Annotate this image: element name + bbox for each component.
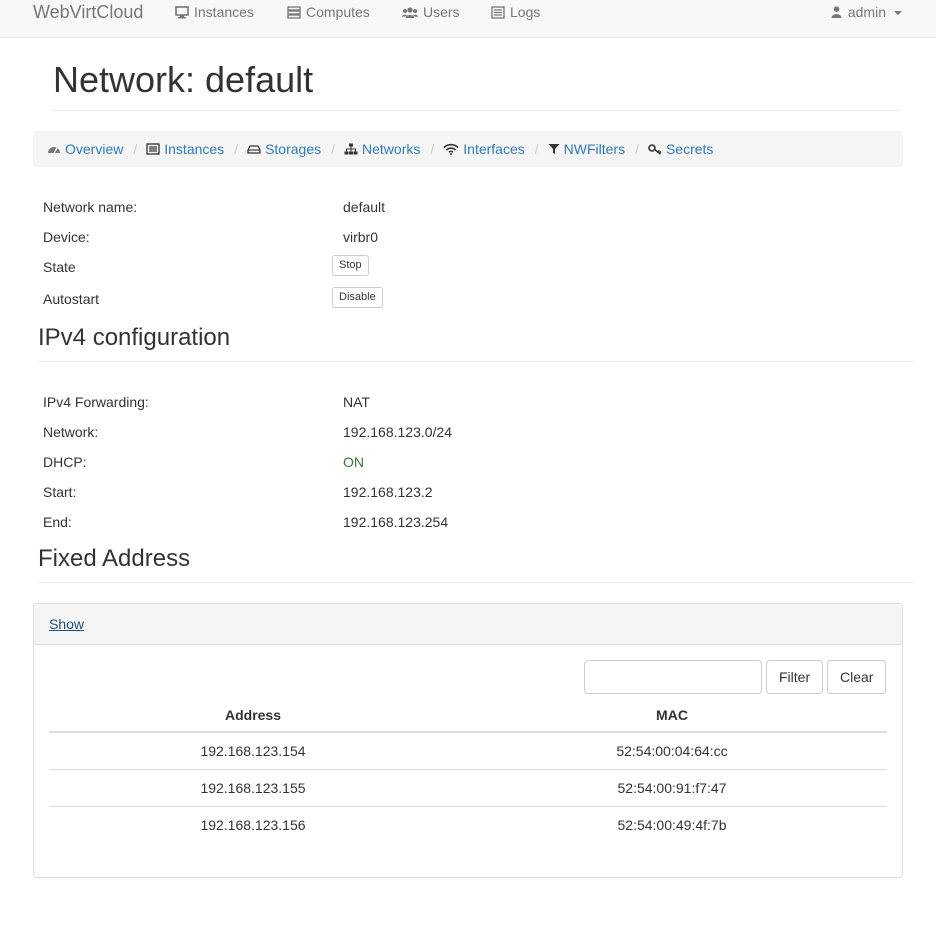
users-icon <box>402 6 418 18</box>
disable-autostart-button[interactable]: Disable <box>332 287 383 308</box>
filter-input[interactable] <box>584 660 762 694</box>
user-icon <box>831 6 842 18</box>
wifi-icon <box>443 143 459 155</box>
filter-icon <box>548 144 560 154</box>
address-cell: 192.168.123.156 <box>200 816 306 833</box>
sitemap-icon <box>344 143 358 155</box>
dhcp-label: DHCP: <box>43 454 87 470</box>
fixed-address-table: Address MAC 192.168.123.154 52:54:00:04:… <box>49 698 887 843</box>
nav-computes-label: Computes <box>306 4 370 20</box>
address-cell: 192.168.123.154 <box>49 732 457 770</box>
breadcrumb-overview-label: Overview <box>65 141 124 157</box>
dhcp-status-value: ON <box>343 454 364 470</box>
nav-users-label: Users <box>423 4 460 20</box>
ipv4-forwarding-value: NAT <box>343 394 370 410</box>
breadcrumb-separator: / <box>133 141 138 157</box>
device-value: virbr0 <box>343 229 379 245</box>
breadcrumb-separator: / <box>635 141 639 157</box>
list-icon <box>491 5 505 19</box>
hdd-icon <box>247 145 261 154</box>
table-row: 192.168.123.154 52:54:00:04:64:cc <box>49 732 887 770</box>
breadcrumb-nwfilters[interactable]: NWFilters <box>548 141 625 157</box>
clear-button[interactable]: Clear <box>827 660 887 694</box>
state-label: State <box>43 259 76 275</box>
nav-instances-label: Instances <box>194 4 254 20</box>
breadcrumb-storages[interactable]: Storages <box>247 141 321 157</box>
ipv4-section-title: IPv4 configuration <box>38 324 231 351</box>
ipv4-network-value: 192.168.123.0/24 <box>343 424 452 440</box>
table-header-row: Address MAC <box>49 698 887 733</box>
breadcrumb-separator: / <box>331 141 336 157</box>
page-title: Network: default <box>53 59 314 100</box>
chevron-down-icon <box>894 11 902 15</box>
breadcrumb-networks[interactable]: Networks <box>344 141 420 157</box>
dhcp-start-value: 192.168.123.2 <box>343 484 433 500</box>
breadcrumb-instances[interactable]: Instances <box>146 141 224 157</box>
nav-users[interactable]: Users <box>402 4 460 20</box>
user-menu[interactable]: admin <box>831 4 902 20</box>
column-header-address: Address <box>49 698 457 733</box>
fixed-address-title: Fixed Address <box>38 545 191 572</box>
breadcrumb-nwfilters-label: NWFilters <box>563 141 626 157</box>
fixed-address-divider <box>38 582 913 583</box>
breadcrumb-interfaces-label: Interfaces <box>463 141 525 157</box>
nav-instances[interactable]: Instances <box>175 4 254 20</box>
fixed-address-panel: Show Filter Clear Address MAC 192.168.12… <box>33 603 903 878</box>
brand-link[interactable]: WebVirtCloud <box>33 2 143 23</box>
breadcrumb-overview[interactable]: Overview <box>47 141 123 157</box>
breadcrumb-interfaces[interactable]: Interfaces <box>443 141 525 157</box>
mac-cell: 52:54:00:49:4f:7b <box>617 816 727 833</box>
nav-logs[interactable]: Logs <box>491 4 540 20</box>
dhcp-end-label: End: <box>43 514 72 530</box>
title-divider <box>53 110 899 111</box>
nav-computes[interactable]: Computes <box>287 4 370 20</box>
desktop-icon <box>175 5 189 18</box>
stop-button[interactable]: Stop <box>332 255 369 276</box>
network-name-value: default <box>343 199 386 215</box>
dhcp-end-value: 192.168.123.254 <box>343 514 449 530</box>
dashboard-icon <box>48 147 60 154</box>
ipv4-section-divider <box>38 361 913 362</box>
ipv4-network-label: Network: <box>43 424 99 440</box>
table-row: 192.168.123.156 52:54:00:49:4f:7b <box>49 806 887 843</box>
autostart-label: Autostart <box>43 291 100 307</box>
breadcrumb-secrets-label: Secrets <box>665 141 714 157</box>
dhcp-start-label: Start: <box>43 484 77 500</box>
show-toggle-link[interactable]: Show <box>49 616 84 632</box>
nav-logs-label: Logs <box>510 4 541 20</box>
user-menu-label: admin <box>847 4 886 20</box>
breadcrumb-instances-label: Instances <box>164 141 225 157</box>
filter-button[interactable]: Filter <box>766 660 824 694</box>
panel-heading: Show <box>34 604 902 645</box>
breadcrumb-secrets[interactable]: Secrets <box>648 141 713 157</box>
breadcrumb-separator: / <box>430 141 435 157</box>
navbar: WebVirtCloud Instances Computes Users Lo… <box>0 0 936 38</box>
ipv4-forwarding-label: IPv4 Forwarding: <box>43 394 149 410</box>
table-row: 192.168.123.155 52:54:00:91:f7:47 <box>49 769 887 807</box>
key-icon <box>648 144 662 155</box>
mac-cell: 52:54:00:04:64:cc <box>457 732 887 770</box>
list-icon <box>146 143 160 155</box>
breadcrumb: Overview / Instances / Storages / Networ… <box>33 131 903 167</box>
breadcrumb-separator: / <box>534 141 539 157</box>
breadcrumb-separator: / <box>234 141 239 157</box>
breadcrumb-storages-label: Storages <box>265 141 322 157</box>
device-label: Device: <box>43 229 90 245</box>
network-name-label: Network name: <box>43 199 138 215</box>
breadcrumb-networks-label: Networks <box>362 141 421 157</box>
server-icon <box>287 5 301 19</box>
column-header-mac: MAC <box>457 698 887 733</box>
mac-cell: 52:54:00:91:f7:47 <box>457 769 887 807</box>
address-cell: 192.168.123.155 <box>49 769 457 807</box>
